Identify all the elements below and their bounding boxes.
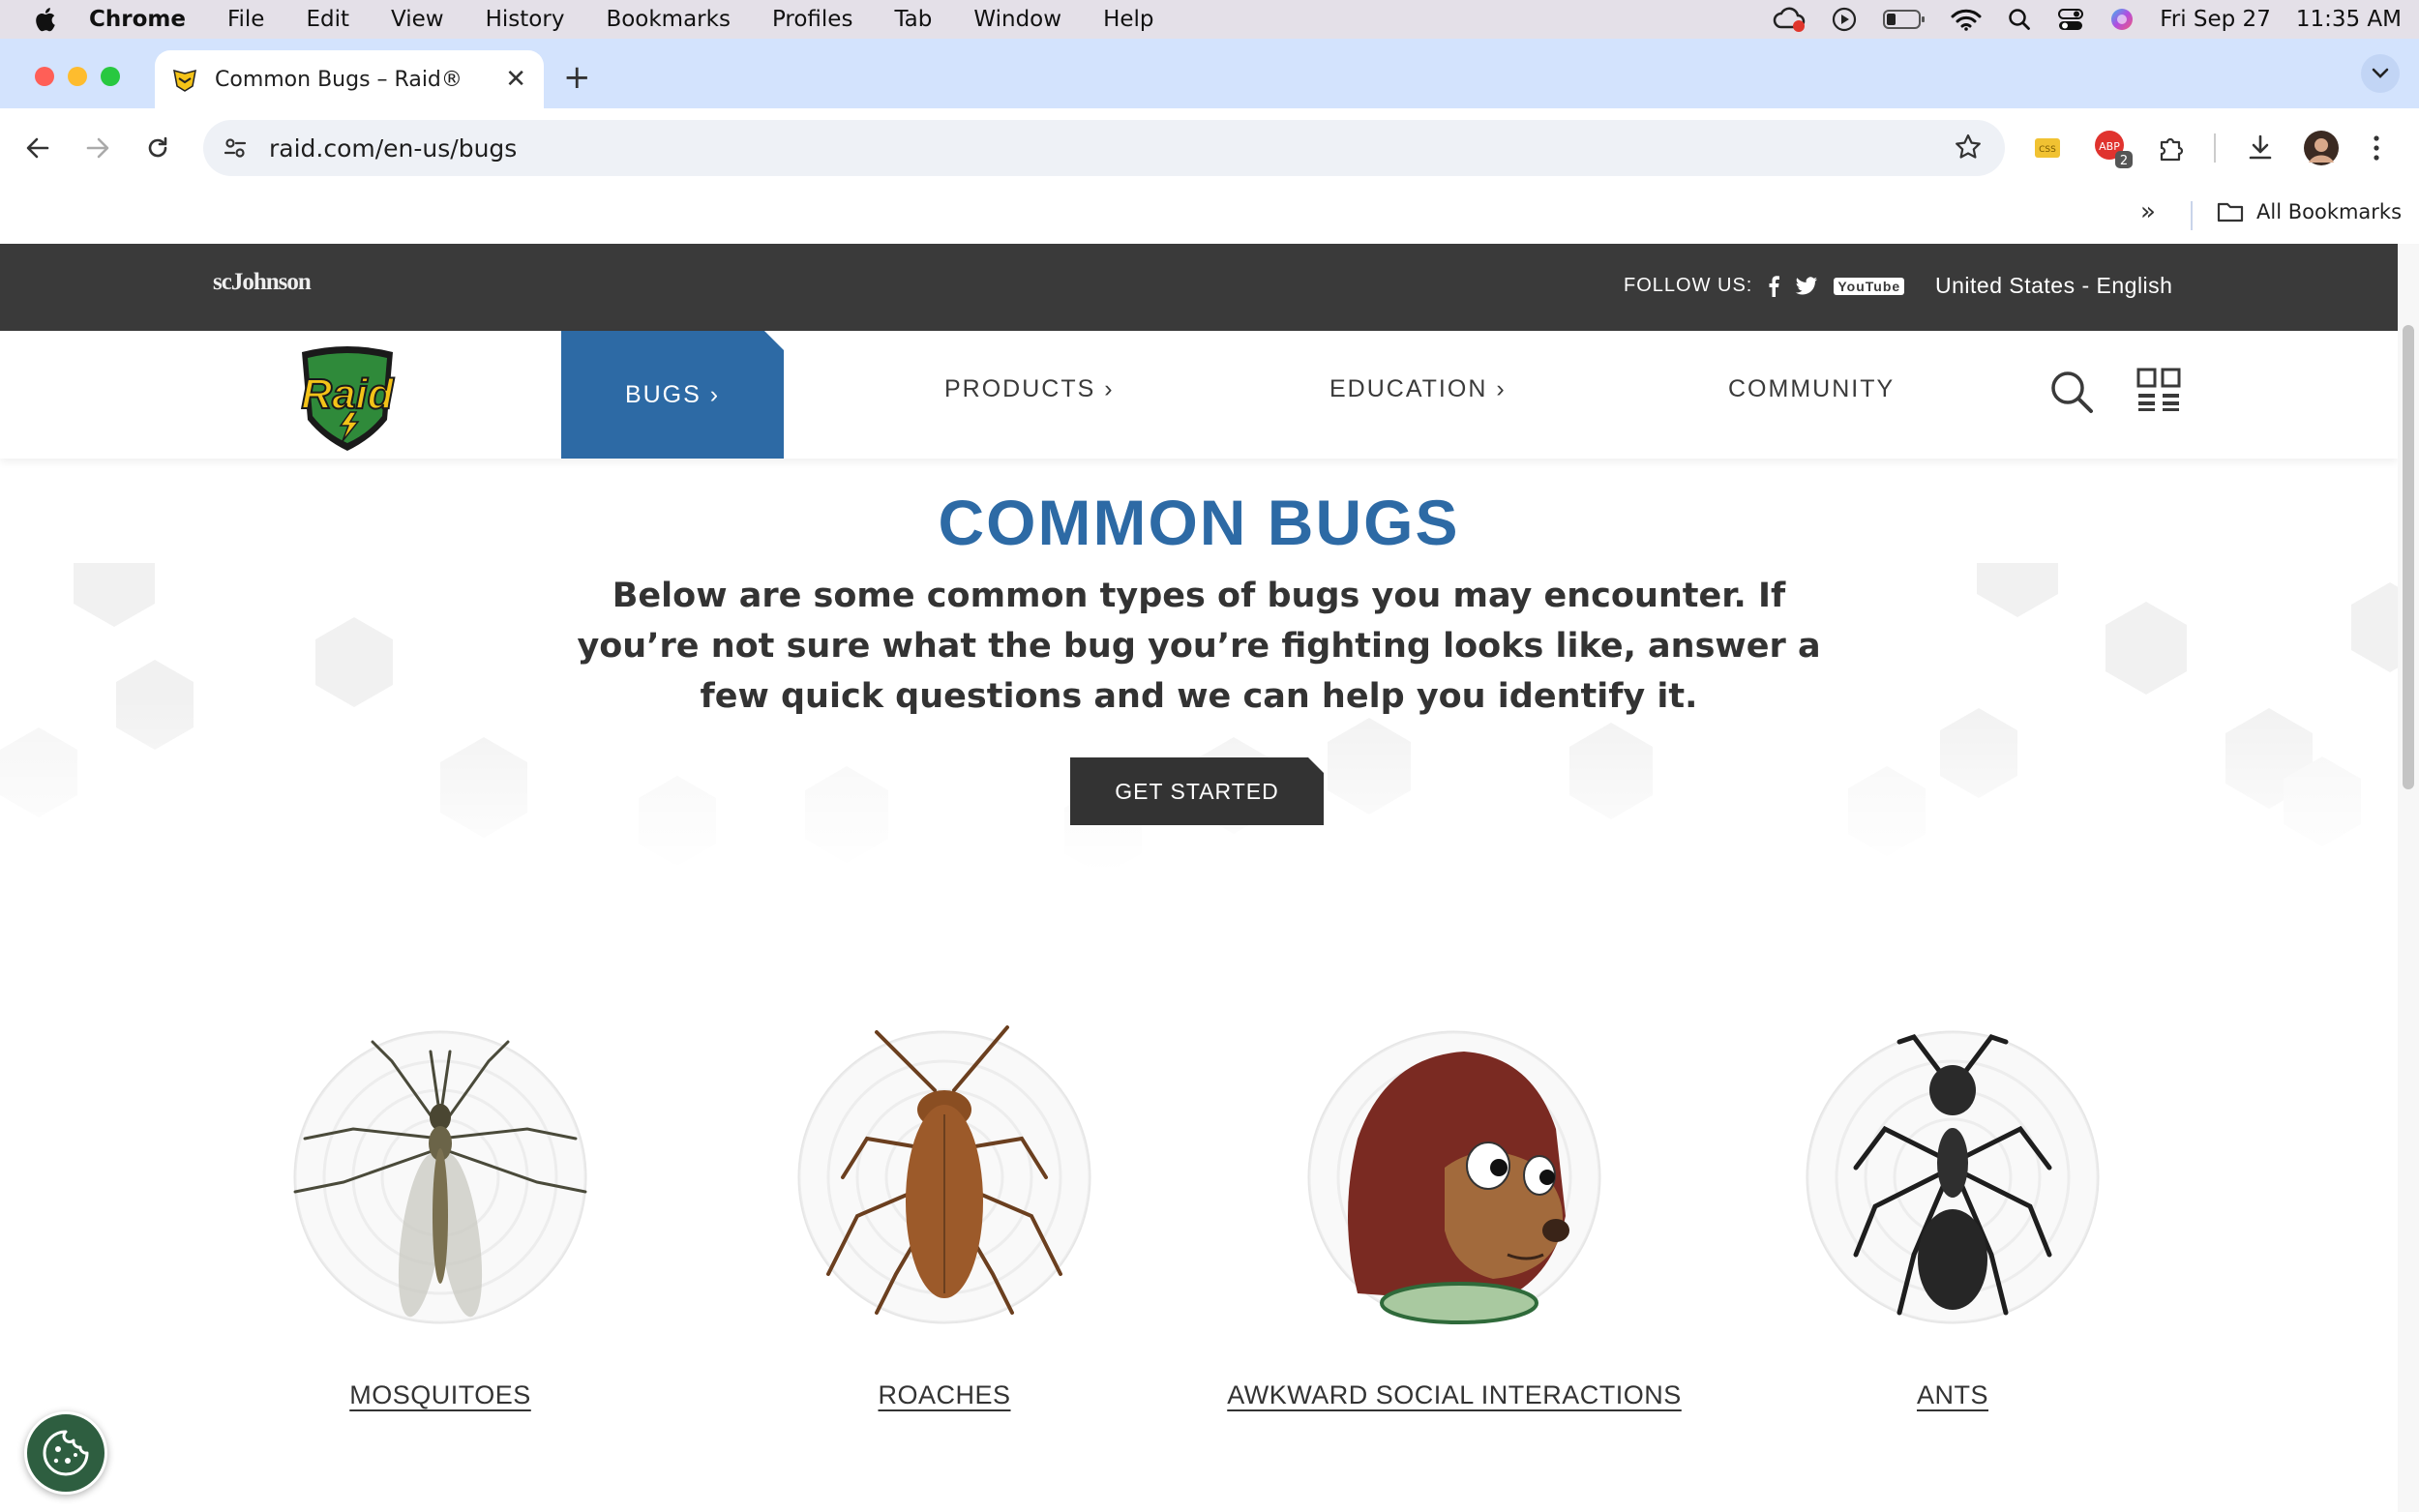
get-started-button[interactable]: GET STARTED	[1070, 757, 1324, 825]
grid-menu-icon[interactable]	[2136, 368, 2181, 412]
svg-text:ABP: ABP	[2099, 140, 2120, 153]
url-text[interactable]: raid.com/en-us/bugs	[269, 134, 517, 163]
youtube-text: YouTube	[1834, 277, 1905, 295]
menu-edit[interactable]: Edit	[306, 7, 349, 32]
bug-card-mosquitoes[interactable]: MOSQUITOES	[208, 1013, 672, 1429]
scjohnson-logo[interactable]: scJohnson	[213, 269, 312, 296]
search-icon[interactable]	[2047, 368, 2096, 416]
youtube-icon[interactable]: YouTube	[1834, 277, 1905, 295]
menu-app-name[interactable]: Chrome	[89, 7, 186, 32]
address-bar[interactable]: raid.com/en-us/bugs	[203, 120, 2005, 176]
toolbar-divider	[2214, 126, 2216, 170]
facebook-icon[interactable]	[1768, 275, 1780, 297]
active-tab[interactable]: Common Bugs – Raid® ✕	[155, 50, 544, 108]
menubar-date[interactable]: Fri Sep 27	[2160, 7, 2271, 32]
arrow-left-icon	[26, 137, 49, 159]
menu-help[interactable]: Help	[1103, 7, 1153, 32]
menu-tab[interactable]: Tab	[894, 7, 932, 32]
extension-badge-count: 2	[2120, 154, 2128, 168]
mosquito-icon[interactable]	[285, 1023, 595, 1332]
bookmarks-divider	[2191, 201, 2193, 230]
back-button[interactable]	[19, 130, 56, 166]
zoom-window-button[interactable]	[101, 67, 120, 86]
bug-label-awkward-social-interactions[interactable]: AWKWARD SOCIAL INTERACTIONS	[1222, 1380, 1687, 1410]
bug-label-mosquitoes[interactable]: MOSQUITOES	[208, 1380, 672, 1410]
apple-menu-icon[interactable]	[0, 6, 89, 33]
follow-us: FOLLOW US: YouTube	[1624, 275, 1905, 297]
battery-icon[interactable]	[1883, 9, 1926, 30]
intro-text: Below are some common types of bugs you …	[577, 577, 1821, 716]
page-title: COMMON BUGS	[938, 487, 1460, 558]
awkward-monkey-icon[interactable]	[1299, 1023, 1609, 1332]
bug-card-awkward-social-interactions[interactable]: AWKWARD SOCIAL INTERACTIONS	[1222, 1013, 1687, 1429]
all-bookmarks-label: All Bookmarks	[2256, 200, 2403, 223]
main-navigation: Raid BUGS › PRODUCTS › EDUCATION › COMMU…	[0, 331, 2398, 459]
raid-logo-text: Raid	[301, 371, 394, 418]
bug-card-roaches[interactable]: ROACHES	[712, 1013, 1177, 1429]
roach-icon[interactable]	[790, 1023, 1099, 1332]
bug-card-ants[interactable]: ANTS	[1720, 1013, 2185, 1429]
browser-toolbar: raid.com/en-us/bugs CSS ABP 2	[0, 108, 2419, 188]
folder-icon	[2217, 202, 2244, 222]
new-tab-button[interactable]: +	[563, 58, 591, 97]
cookie-icon	[43, 1430, 89, 1476]
all-bookmarks-button[interactable]: All Bookmarks	[2216, 199, 2402, 224]
nav-education[interactable]: EDUCATION ›	[1329, 375, 1507, 403]
nav-community[interactable]: COMMUNITY	[1728, 375, 1895, 403]
menu-window[interactable]: Window	[973, 7, 1061, 32]
tab-search-button[interactable]	[2361, 54, 2400, 93]
arrow-right-icon	[86, 137, 109, 159]
menubar-time[interactable]: 11:35 AM	[2296, 7, 2402, 32]
scrollbar-thumb[interactable]	[2403, 325, 2414, 789]
chrome-menu-icon[interactable]	[2371, 126, 2382, 170]
play-icon[interactable]	[1831, 6, 1858, 33]
window-controls	[35, 67, 120, 86]
menu-history[interactable]: History	[486, 7, 565, 32]
forward-button[interactable]	[79, 130, 116, 166]
wifi-icon[interactable]	[1951, 8, 1982, 31]
twitter-icon[interactable]	[1795, 276, 1818, 296]
nav-bugs[interactable]: BUGS ›	[561, 331, 784, 459]
bug-label-roaches[interactable]: ROACHES	[712, 1380, 1177, 1410]
profile-avatar[interactable]	[2303, 126, 2340, 170]
raid-logo[interactable]: Raid	[294, 344, 401, 453]
close-window-button[interactable]	[35, 67, 54, 86]
siri-icon[interactable]	[2109, 7, 2135, 32]
downloads-icon[interactable]	[2245, 126, 2276, 170]
bookmarks-overflow-icon[interactable]: »	[2140, 197, 2156, 226]
reload-button[interactable]	[139, 130, 176, 166]
bookmark-star-icon[interactable]	[1953, 132, 1984, 163]
cookie-settings-button[interactable]	[24, 1411, 107, 1495]
reload-icon	[148, 136, 167, 158]
control-center-icon[interactable]	[2057, 7, 2084, 32]
menu-bookmarks[interactable]: Bookmarks	[606, 7, 731, 32]
raid-favicon-icon	[173, 69, 196, 92]
spotlight-search-icon[interactable]	[2007, 7, 2032, 32]
browser-tab-strip: Common Bugs – Raid® ✕ +	[0, 39, 2419, 108]
bug-label-ants[interactable]: ANTS	[1720, 1380, 2185, 1410]
site-settings-icon[interactable]	[223, 135, 248, 161]
ant-icon[interactable]	[1798, 1023, 2107, 1332]
menu-view[interactable]: View	[391, 7, 444, 32]
chevron-down-icon	[2372, 68, 2389, 78]
page-scrollbar[interactable]	[2398, 244, 2419, 1512]
bookmarks-bar: » All Bookmarks	[0, 188, 2419, 244]
creative-cloud-icon[interactable]	[1773, 6, 1806, 33]
adblock-extension-icon[interactable]: ABP 2	[2092, 126, 2135, 170]
extensions-puzzle-icon[interactable]	[2156, 126, 2187, 170]
follow-us-label: FOLLOW US:	[1624, 275, 1753, 296]
close-tab-icon[interactable]: ✕	[505, 65, 526, 94]
menu-profiles[interactable]: Profiles	[772, 7, 853, 32]
css-extension-icon[interactable]: CSS	[2032, 126, 2063, 170]
utility-bar: scJohnson FOLLOW US: YouTube United Stat…	[0, 244, 2398, 331]
tab-title: Common Bugs – Raid®	[215, 67, 463, 92]
svg-text:CSS: CSS	[2039, 145, 2056, 155]
minimize-window-button[interactable]	[68, 67, 87, 86]
page-viewport: scJohnson FOLLOW US: YouTube United Stat…	[0, 244, 2419, 1512]
nav-products[interactable]: PRODUCTS ›	[944, 375, 1115, 403]
locale-selector[interactable]: United States - English	[1935, 273, 2172, 299]
macos-menu-bar: Chrome File Edit View History Bookmarks …	[0, 0, 2419, 39]
menu-file[interactable]: File	[227, 7, 265, 32]
